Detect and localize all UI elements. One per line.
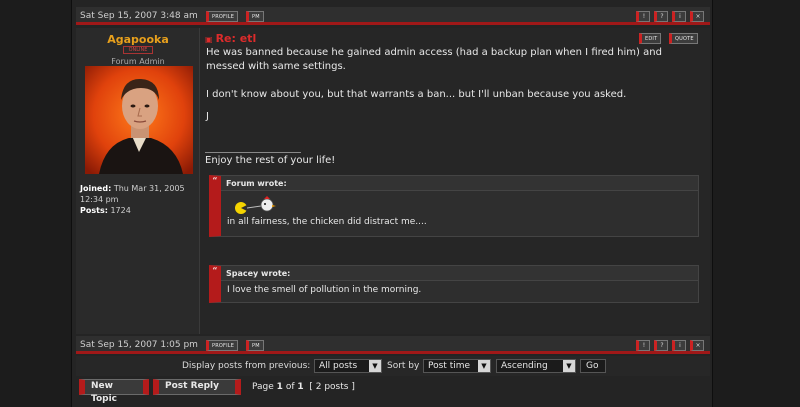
edit-button[interactable]: EDIT [639,33,662,44]
display-posts-select[interactable]: All posts ▼ [314,359,382,373]
info-icon[interactable]: ? [654,11,668,22]
signature-divider [205,152,301,153]
post-icon: ▣ [205,35,213,44]
page-total: 1 [297,382,304,392]
quote-text: I love the smell of pollution in the mor… [227,285,422,295]
post-paragraph: J [206,111,209,122]
display-label: Display posts from previous: [182,361,311,371]
quote-author: Forum wrote: [221,176,698,191]
display-posts-value: All posts [319,361,358,371]
sort-label: Sort by [387,361,420,371]
pagination: Page 1 of 1 [ 2 posts ] [252,382,355,392]
page-prefix: Page [252,382,274,392]
profile-button[interactable]: PROFILE [206,340,239,351]
quote-body: in all fairness, the chicken did distrac… [221,191,698,231]
post-reply-button[interactable]: Post Reply [153,379,241,395]
signature: Enjoy the rest of your life! [205,155,336,166]
warn-icon[interactable]: ! [636,11,650,22]
pm-button[interactable]: PM [246,340,264,351]
profile-button[interactable]: PROFILE [206,11,239,22]
display-controls: Display posts from previous: All posts ▼… [76,356,710,376]
ip-icon[interactable]: i [672,11,686,22]
page-current: 1 [276,382,283,392]
quote-mark-icon: “ [212,266,218,277]
delete-icon[interactable]: × [690,340,704,351]
posts-value: 1724 [110,206,131,215]
posts-count: [ 2 posts ] [309,382,355,392]
go-button[interactable]: Go [580,359,606,373]
post-date: Sat Sep 15, 2007 3:48 am [80,11,198,21]
ip-icon[interactable]: i [672,340,686,351]
quote-mark-icon: “ [212,176,218,187]
author-rank: Forum Admin [111,57,165,66]
sort-order-select[interactable]: Ascending ▼ [496,359,576,373]
chevron-down-icon: ▼ [563,360,575,372]
bottom-navigation: New Topic Post Reply Page 1 of 1 [ 2 pos… [76,378,710,404]
post-title-text: Re: etl [215,32,257,45]
post-paragraph: He was banned because he gained admin ac… [206,47,662,72]
chicken-smiley-icon [227,195,692,217]
post-title[interactable]: ▣ Re: etl [205,32,256,45]
quote-block: “ Forum wrote: in all fairness, the chic… [209,175,699,237]
sort-order-value: Ascending [501,361,548,371]
quote-block: “ Spacey wrote: I love the smell of poll… [209,265,699,303]
author-profile: Joined: Thu Mar 31, 2005 12:34 pm Posts:… [80,183,198,216]
post-date: Sat Sep 15, 2007 1:05 pm [80,340,198,350]
posts-label: Posts: [80,206,108,215]
info-icon[interactable]: ? [654,340,668,351]
forum-frame: Sat Sep 15, 2007 3:48 am PROFILE PM ! ? … [71,0,713,407]
chevron-down-icon: ▼ [369,360,381,372]
page-of: of [285,382,295,392]
post-footer: Sat Sep 15, 2007 1:05 pm PROFILE PM ! ? … [76,336,710,354]
previous-post-footer: Sat Sep 15, 2007 3:48 am PROFILE PM ! ? … [76,7,710,25]
warn-icon[interactable]: ! [636,340,650,351]
post-paragraph: I don't know about you, but that warrant… [206,89,627,100]
sort-by-select[interactable]: Post time ▼ [423,359,491,373]
post: Agapooka ONLINE Forum Admin Joined: Thu … [76,28,710,334]
avatar [85,66,193,174]
new-topic-button[interactable]: New Topic [79,379,149,404]
author-panel: Agapooka ONLINE Forum Admin Joined: Thu … [76,28,200,334]
chevron-down-icon: ▼ [478,360,490,372]
pm-button[interactable]: PM [246,11,264,22]
quote-text: in all fairness, the chicken did distrac… [227,217,427,227]
post-body: He was banned because he gained admin ac… [206,46,702,124]
sort-by-value: Post time [428,361,471,371]
online-badge: ONLINE [123,46,153,54]
author-name[interactable]: Agapooka [76,33,200,46]
post-content: ▣ Re: etl EDIT QUOTE He was banned becaus… [205,28,705,334]
quote-author: Spacey wrote: [221,266,698,281]
delete-icon[interactable]: × [690,11,704,22]
joined-label: Joined: [80,184,112,193]
quote-button[interactable]: QUOTE [669,33,698,44]
